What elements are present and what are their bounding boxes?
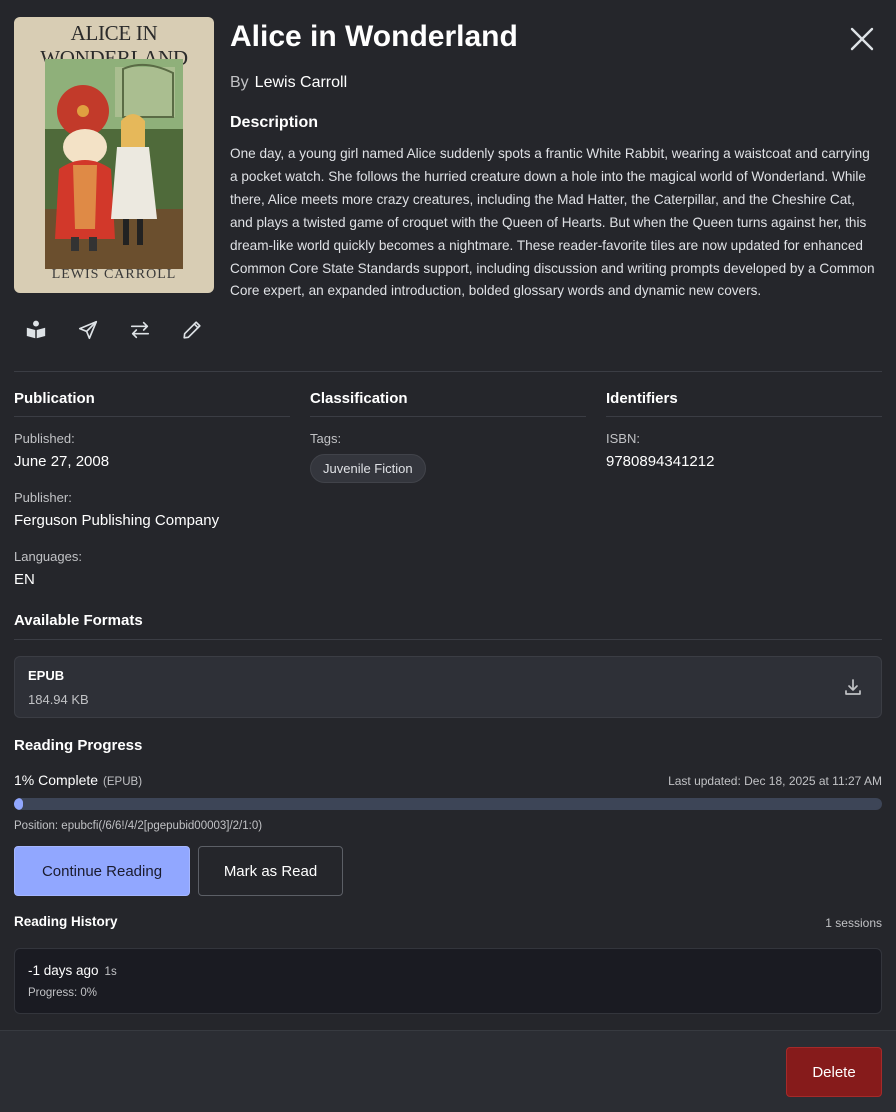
close-icon: [850, 27, 874, 51]
identifiers-section: Identifiers ISBN: 9780894341212: [606, 390, 882, 470]
divider: [14, 371, 882, 372]
mark-as-read-button[interactable]: Mark as Read: [198, 846, 343, 896]
continue-reading-button[interactable]: Continue Reading: [14, 846, 190, 896]
session-count: 1 sessions: [825, 916, 882, 930]
published-value: June 27, 2008: [14, 453, 110, 470]
read-button[interactable]: [24, 318, 48, 342]
identifiers-heading: Identifiers: [606, 390, 882, 417]
history-session: -1 days ago 1s Progress: 0%: [14, 948, 882, 1014]
divider: [14, 639, 882, 640]
download-button[interactable]: [843, 677, 863, 697]
book-open-icon: [26, 320, 46, 339]
book-title: Alice in Wonderland: [230, 20, 518, 53]
publisher-value: Ferguson Publishing Company: [14, 512, 220, 529]
book-cover: ALICE IN WONDERLAND LEWIS CARROLL: [14, 17, 214, 293]
by-label: By: [230, 74, 249, 91]
progress-heading: Reading Progress: [14, 737, 143, 754]
cover-author: LEWIS CARROLL: [51, 267, 177, 282]
tags-label: Tags:: [310, 431, 342, 446]
progress-position: Position: epubcfi(/6/6!/4/2[pgepubid0000…: [14, 820, 263, 832]
edit-button[interactable]: [180, 318, 204, 342]
author-link[interactable]: Lewis Carroll: [255, 74, 347, 91]
book-details-modal: ALICE IN WONDERLAND LEWIS CARROLL Alice …: [0, 0, 896, 1112]
publisher-label: Publisher:: [14, 490, 72, 505]
progress-bar: [14, 798, 882, 810]
close-button[interactable]: [848, 25, 876, 53]
session-time: -1 days ago 1s: [28, 963, 117, 978]
classification-heading: Classification: [310, 390, 586, 417]
progress-complete-text: 1% Complete: [14, 772, 99, 788]
download-icon: [845, 679, 861, 695]
last-updated: Last updated: Dec 18, 2025 at 11:27 AM: [668, 774, 882, 788]
description-heading: Description: [230, 114, 319, 131]
format-size: 184.94 KB: [28, 692, 89, 707]
session-duration: 1s: [104, 966, 117, 978]
send-button[interactable]: [76, 318, 100, 342]
progress-summary: 1% Complete (EPUB): [14, 772, 142, 788]
publication-section: Publication Published: June 27, 2008 Pub…: [14, 390, 290, 588]
format-name: EPUB: [28, 668, 65, 683]
history-heading: Reading History: [14, 914, 118, 929]
pencil-icon: [183, 321, 201, 339]
modal-footer: Delete: [0, 1030, 896, 1112]
description-text: One day, a young girl named Alice sudden…: [230, 146, 875, 299]
session-progress: Progress: 0%: [28, 987, 98, 999]
isbn-label: ISBN:: [606, 431, 640, 446]
delete-button[interactable]: Delete: [786, 1047, 882, 1097]
book-actions: [24, 318, 204, 342]
byline: By Lewis Carroll: [230, 74, 347, 92]
convert-button[interactable]: [128, 318, 152, 342]
formats-heading: Available Formats: [14, 612, 143, 629]
languages-label: Languages:: [14, 549, 82, 564]
classification-section: Classification Tags: Juvenile Fiction: [310, 390, 586, 483]
progress-bar-fill: [14, 798, 23, 810]
publication-heading: Publication: [14, 390, 290, 417]
languages-value: EN: [14, 571, 35, 588]
isbn-value: 9780894341212: [606, 453, 715, 470]
tag-badge[interactable]: Juvenile Fiction: [310, 454, 426, 483]
cover-illustration: [45, 59, 183, 269]
progress-format: (EPUB): [103, 776, 143, 788]
arrows-swap-icon: [130, 321, 150, 339]
session-when: -1 days ago: [28, 963, 99, 978]
send-icon: [78, 320, 98, 340]
format-card: EPUB 184.94 KB: [14, 656, 882, 718]
published-label: Published:: [14, 431, 75, 446]
